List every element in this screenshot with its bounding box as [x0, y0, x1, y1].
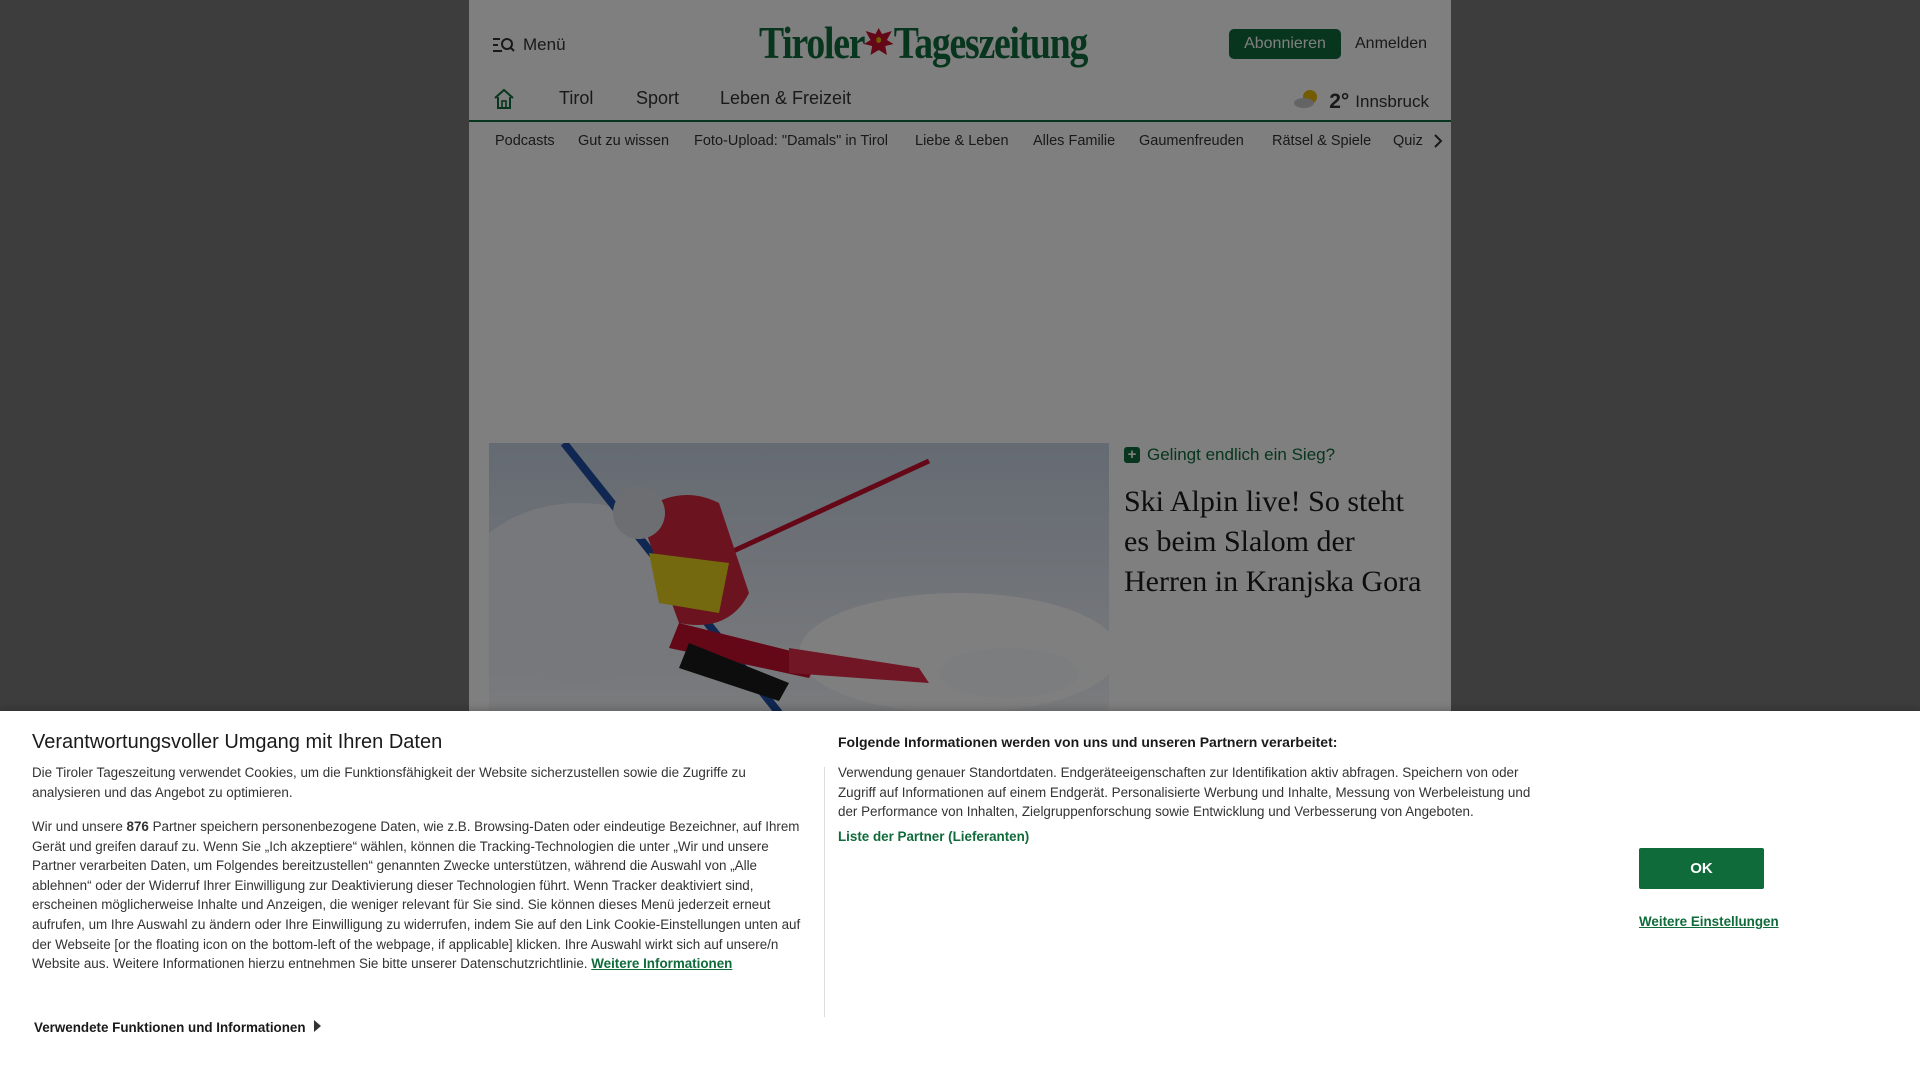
- consent-divider: [824, 767, 825, 1017]
- functions-expander[interactable]: Verwendete Funktionen und Informationen: [34, 1020, 321, 1035]
- partner-count: 876: [126, 819, 149, 834]
- consent-purposes-title: Folgende Informationen werden von uns un…: [838, 734, 1338, 750]
- more-info-link[interactable]: Weitere Informationen: [591, 956, 732, 971]
- consent-detail-pre: Wir und unsere: [32, 819, 127, 834]
- consent-title: Verantwortungsvoller Umgang mit Ihren Da…: [32, 731, 443, 753]
- ok-button[interactable]: OK: [1639, 848, 1764, 889]
- functions-label: Verwendete Funktionen und Informationen: [34, 1020, 306, 1035]
- partner-list-link[interactable]: Liste der Partner (Lieferanten): [838, 829, 1029, 844]
- caret-right-icon: [313, 1020, 321, 1035]
- more-settings-link[interactable]: Weitere Einstellungen: [1639, 914, 1779, 929]
- consent-intro-text: Die Tiroler Tageszeitung verwendet Cooki…: [32, 765, 746, 800]
- consent-purposes-text: Verwendung genauer Standortdaten. Endger…: [838, 765, 1531, 820]
- consent-detail-post: Partner speichern personenbezogene Daten…: [32, 819, 801, 972]
- consent-detail-text: Wir und unsere 876 Partner speichern per…: [32, 817, 812, 974]
- cookie-consent-banner: Verantwortungsvoller Umgang mit Ihren Da…: [0, 711, 1920, 1080]
